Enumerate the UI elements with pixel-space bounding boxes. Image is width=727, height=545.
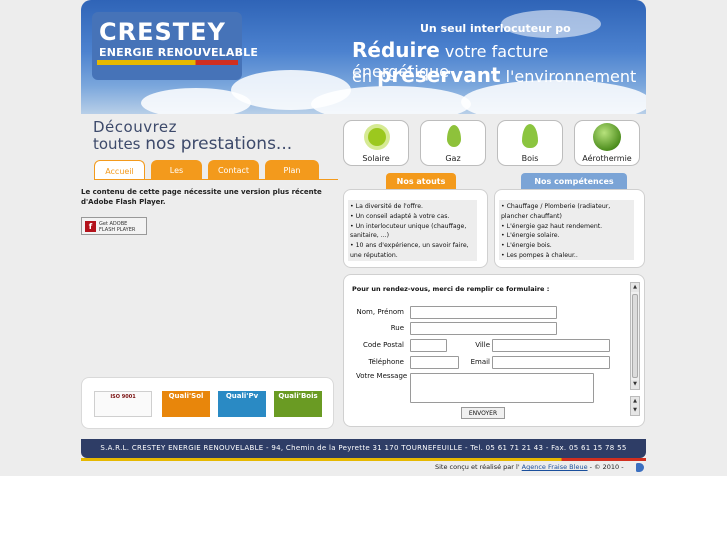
intro-line-2: toutes nos prestations... [93,134,292,154]
street-field[interactable] [410,322,557,335]
intro-line-2-strong: nos prestations... [145,134,293,154]
header-banner: CRESTEY ENERGIE RENOUVELABLE Un seul int… [81,0,646,114]
email-field[interactable] [492,356,610,369]
atouts-panel: • La diversité de l'offre. • Un conseil … [343,189,488,268]
list-item: • Un interlocuteur unique (chauffage, sa… [350,222,467,240]
tab-nos-atouts: Nos atouts [386,173,456,189]
competences-panel: • Chauffage / Plomberie (radiateur, plan… [494,189,645,268]
name-label: Nom, Prénom [356,308,404,316]
flash-icon: f [85,221,96,232]
phone-field[interactable] [410,356,459,369]
service-bois[interactable]: Bois [497,120,563,166]
footer-stripe [81,458,646,461]
qualisol-logo: Quali'Sol [162,391,210,417]
zip-field[interactable] [410,339,447,352]
iso-label: ISO 9001 [110,394,136,400]
qualibois-logo: Quali'Bois [274,391,322,417]
service-label: Bois [521,154,539,163]
footer-bar: S.A.R.L. CRESTEY ENERGIE RENOUVELABLE - … [81,439,646,458]
cloud-decoration [311,86,471,114]
list-item: • L'énergie bois. [501,242,552,250]
certifications-box: ISO 9001 Quali'Sol Quali'Pv Quali'Bois [81,377,334,429]
globe-icon [593,123,621,151]
name-field[interactable] [410,306,557,319]
appointment-form: Pour un rendez-vous, merci de remplir ce… [343,274,645,427]
city-field[interactable] [492,339,610,352]
scroll-down-icon[interactable]: ▼ [631,380,639,389]
list-item: • Les pompes à chaleur.. [501,251,578,259]
slogan-line-2-rest: l'environnement [500,67,637,86]
logo-color-bar [97,60,238,65]
scroll-up-icon[interactable]: ▲ [631,283,639,292]
street-label: Rue [390,324,404,332]
list-item: • Un conseil adapté à votre cas. [350,212,450,220]
main-nav: Accueil Les aides Contact Plan d'accès [94,160,319,197]
list-item: • La diversité de l'offre. [350,203,423,210]
email-label: Email [470,358,490,366]
nav-les-aides[interactable]: Les aides [151,160,202,197]
service-label: Aérothermie [582,154,632,163]
list-item: • 10 ans d'expérience, un savoir faire, … [350,242,469,259]
slogan-top: Un seul interlocuteur po [420,22,571,35]
form-title: Pour un rendez-vous, merci de remplir ce… [352,285,550,293]
city-label: Ville [475,341,490,349]
slogan-line-2-strong: préservant [377,63,501,87]
zip-label: Code Postal [362,341,404,349]
agency-logo-icon[interactable] [636,463,644,472]
agency-link[interactable]: Agence Fraise Bleue [522,463,588,471]
nav-underline [94,179,338,180]
list-item: • L'énergie solaire. [501,232,560,240]
flash-message: Le contenu de cette page nécessite une v… [81,188,322,206]
gas-drop-icon [447,125,461,147]
flash-badge-text: Get ADOBE FLASH PLAYER [99,221,135,233]
logo-title: CRESTEY [99,18,226,46]
flash-badge-line-2: FLASH PLAYER [99,227,136,233]
nav-plan-acces[interactable]: Plan d'accès [265,160,319,197]
qualipv-label: Quali'Pv [225,392,259,400]
send-button[interactable]: ENVOYER [461,407,505,419]
logo-subtitle: ENERGIE RENOUVELABLE [99,46,259,59]
scroll-up-icon[interactable]: ▲ [631,397,639,406]
atouts-list: • La diversité de l'offre. • Un conseil … [348,200,477,261]
message-textarea[interactable] [410,373,594,403]
site-container: CRESTEY ENERGIE RENOUVELABLE Un seul int… [81,0,646,476]
competences-list: • Chauffage / Plomberie (radiateur, plan… [499,200,634,260]
list-item: • L'énergie gaz haut rendement. [501,222,603,230]
wood-flame-icon [522,124,538,148]
scroll-thumb[interactable] [632,294,638,378]
nav-accueil[interactable]: Accueil [94,160,145,180]
tab-nos-competences: Nos compétences [521,173,627,189]
slogan-line-1-strong: Réduire [352,38,440,62]
form-scrollbar[interactable]: ▲ ▼ [630,282,640,390]
service-gaz[interactable]: Gaz [420,120,486,166]
message-label: Votre Message [356,372,408,380]
scroll-down-icon[interactable]: ▼ [631,406,639,415]
credits-post: - © 2010 - [587,463,624,471]
sun-icon [368,128,386,146]
service-solaire[interactable]: Solaire [343,120,409,166]
textarea-scrollbar[interactable]: ▲ ▼ [630,396,640,416]
slogan-line-2: en préservant l'environnement [352,63,636,87]
qualisol-label: Quali'Sol [168,392,204,400]
qualipv-logo: Quali'Pv [218,391,266,417]
cloud-decoration [141,88,251,114]
service-label: Solaire [362,154,390,163]
slogan-line-2-pre: en [352,67,378,86]
credits: Site conçu et réalisé par l' Agence Frai… [435,463,624,471]
credits-pre: Site conçu et réalisé par l' [435,463,522,471]
qualibois-label: Quali'Bois [278,392,318,400]
service-aerothermie[interactable]: Aérothermie [574,120,640,166]
intro-line-2-pre: toutes [93,135,146,153]
phone-label: Téléphone [368,358,404,366]
nav-contact[interactable]: Contact [208,160,259,180]
list-item: • Chauffage / Plomberie (radiateur, plan… [501,203,611,220]
service-label: Gaz [445,154,461,163]
iso-certification-logo: ISO 9001 [94,391,152,417]
get-flash-player-button[interactable]: f Get ADOBE FLASH PLAYER [81,217,147,235]
